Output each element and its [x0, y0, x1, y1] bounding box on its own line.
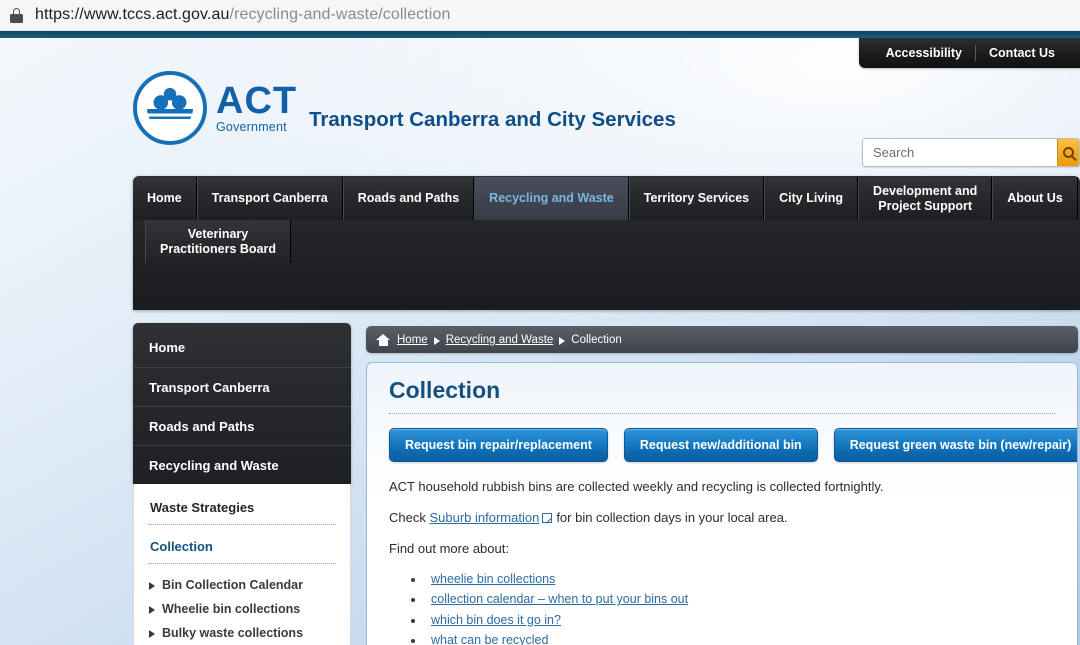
search-input[interactable] — [863, 139, 1057, 166]
request-green-waste-bin-button[interactable]: Request green waste bin (new/repair) — [833, 428, 1077, 462]
header-accent-strip — [0, 31, 1080, 38]
list-item: which bin does it go in? — [411, 613, 1055, 627]
nav-item-territory-services[interactable]: Territory Services — [628, 177, 765, 220]
suburb-prefix-text: Check — [389, 510, 430, 526]
nav-row-secondary: Veterinary Practitioners Board — [145, 220, 1080, 263]
nav-item-about-us[interactable]: About Us — [992, 177, 1078, 220]
sidebar: Home Transport Canberra Roads and Paths … — [133, 323, 351, 645]
site-logo[interactable]: ACT Government — [133, 71, 297, 145]
chevron-right-icon — [559, 336, 566, 345]
breadcrumb-item-collection: Collection — [571, 333, 622, 346]
sidebar-item-wheelie-bin-collections[interactable]: Wheelie bin collections — [148, 597, 336, 621]
main-navigation: Home Transport Canberra Roads and Paths … — [133, 176, 1080, 310]
nav-row-primary: Home Transport Canberra Roads and Paths … — [133, 177, 1080, 220]
home-icon[interactable] — [376, 333, 390, 346]
link-what-can-be-recycled[interactable]: what can be recycled — [431, 633, 548, 645]
address-bar-url: https://www.tccs.act.gov.au/recycling-an… — [35, 6, 450, 24]
site-header: ACT Government Transport Canberra and Ci… — [133, 63, 1080, 178]
link-collection-calendar[interactable]: collection calendar – when to put your b… — [431, 592, 688, 606]
chevron-right-icon — [433, 336, 440, 345]
link-which-bin-does-it-go-in[interactable]: which bin does it go in? — [431, 613, 561, 627]
sidebar-item-home[interactable]: Home — [133, 328, 351, 367]
act-coat-of-arms-icon — [133, 71, 207, 145]
wordmark-government: Government — [216, 120, 287, 135]
sidebar-item-recycling-and-waste[interactable]: Recycling and Waste — [133, 445, 351, 484]
breadcrumb: Home Recycling and Waste Collection — [366, 326, 1078, 353]
find-out-more-label: Find out more about: — [389, 541, 509, 557]
url-host: https://www.tccs.act.gov.au — [35, 6, 230, 23]
act-wordmark: ACT Government — [216, 82, 297, 134]
search-box[interactable] — [862, 138, 1080, 167]
request-new-bin-button[interactable]: Request new/additional bin — [623, 428, 818, 462]
sidebar-primary-list: Home Transport Canberra Roads and Paths … — [133, 323, 351, 484]
sidebar-item-bin-collection-calendar[interactable]: Bin Collection Calendar — [148, 573, 336, 597]
nav-item-veterinary-practitioners-board[interactable]: Veterinary Practitioners Board — [145, 220, 292, 263]
sidebar-item-transport-canberra[interactable]: Transport Canberra — [133, 367, 351, 406]
lock-icon — [10, 7, 23, 23]
suburb-information-paragraph: Check Suburb information for bin collecti… — [389, 509, 1055, 527]
nav-item-transport-canberra[interactable]: Transport Canberra — [196, 177, 343, 220]
site-title: Transport Canberra and City Services — [309, 108, 676, 131]
content-panel: Collection Request bin repair/replacemen… — [366, 362, 1078, 645]
list-item: collection calendar – when to put your b… — [411, 592, 1055, 606]
search-button[interactable] — [1057, 139, 1079, 166]
list-item: what can be recycled — [411, 633, 1055, 645]
related-links-list: wheelie bin collections collection calen… — [411, 572, 1055, 645]
sidebar-item-bulky-waste-collections[interactable]: Bulky waste collections — [148, 621, 336, 645]
suburb-information-link[interactable]: Suburb information — [429, 510, 539, 525]
url-path: /recycling-and-waste/collection — [229, 6, 451, 23]
nav-item-roads-and-paths[interactable]: Roads and Paths — [342, 177, 475, 220]
sidebar-item-collection[interactable]: Collection — [148, 534, 336, 564]
nav-item-city-living[interactable]: City Living — [764, 177, 859, 220]
list-item: wheelie bin collections — [411, 572, 1055, 586]
nav-item-development-and-project-support[interactable]: Development and Project Support — [858, 177, 993, 220]
request-bin-repair-button[interactable]: Request bin repair/replacement — [389, 428, 608, 462]
page-title: Collection — [389, 377, 1055, 414]
sidebar-secondary-list: Waste Strategies Collection Bin Collecti… — [133, 484, 351, 645]
sidebar-item-roads-and-paths[interactable]: Roads and Paths — [133, 406, 351, 445]
breadcrumb-item-recycling-and-waste[interactable]: Recycling and Waste — [446, 334, 554, 346]
nav-item-recycling-and-waste[interactable]: Recycling and Waste — [474, 177, 629, 220]
breadcrumb-item-home[interactable]: Home — [397, 334, 428, 346]
external-link-icon — [542, 513, 553, 524]
action-button-row: Request bin repair/replacement Request n… — [389, 428, 1077, 462]
search-icon — [1063, 147, 1074, 158]
nav-item-home[interactable]: Home — [133, 177, 197, 220]
page-background: Accessibility Contact Us ACT Government … — [0, 38, 1080, 645]
sidebar-item-waste-strategies[interactable]: Waste Strategies — [148, 495, 336, 525]
browser-address-bar[interactable]: https://www.tccs.act.gov.au/recycling-an… — [0, 0, 1080, 31]
link-wheelie-bin-collections[interactable]: wheelie bin collections — [431, 572, 555, 586]
wordmark-act: ACT — [216, 80, 298, 123]
suburb-suffix-text: for bin collection days in your local ar… — [556, 510, 788, 526]
intro-paragraph: ACT household rubbish bins are collected… — [389, 479, 884, 494]
